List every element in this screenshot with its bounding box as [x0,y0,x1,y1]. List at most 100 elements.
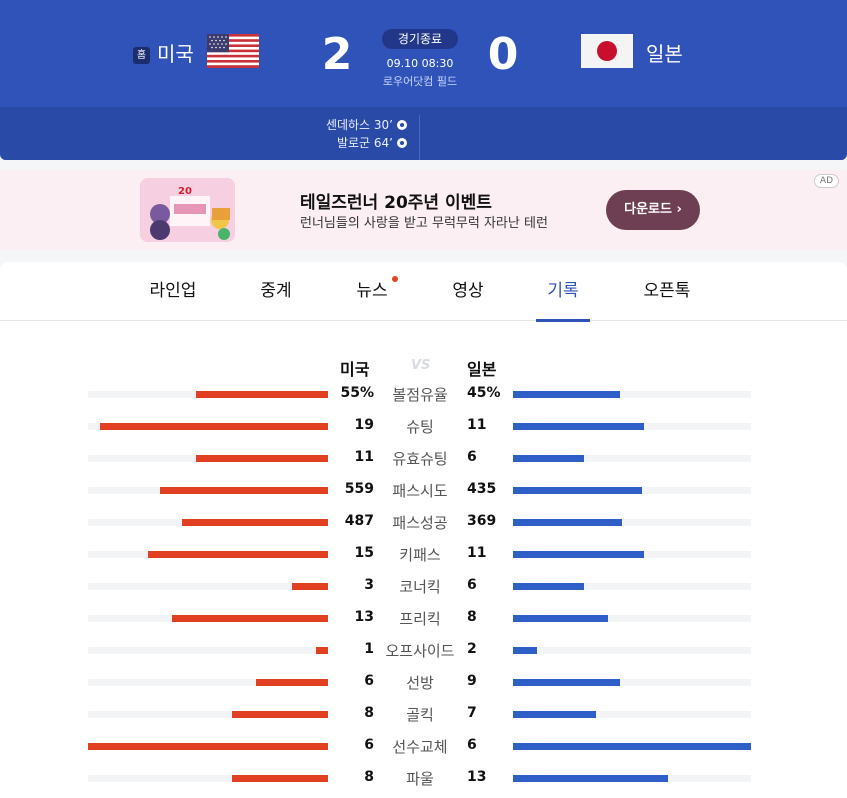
home-stat-bar [256,679,328,686]
away-stat-value: 13 [467,769,487,785]
stat-row: 55% 볼점유율 45% [0,379,847,411]
tab-lineup[interactable]: 라인업 [140,262,206,321]
away-stat-bar [513,423,644,430]
away-stat-track [513,455,751,462]
away-stat-value: 6 [467,449,477,465]
stat-row: 15 키패스 11 [0,539,847,571]
home-stat-value: 8 [364,769,374,785]
svg-text:20: 20 [178,186,192,197]
stat-row: 8 골킥 7 [0,699,847,731]
stat-row: 13 프리킥 8 [0,603,847,635]
tab-bar: 라인업 중계 뉴스 영상 기록 오픈톡 [0,262,847,322]
vs-label: VS [411,358,431,373]
soccer-ball-icon [397,138,407,148]
home-team-name[interactable]: 미국 [157,40,194,68]
home-stat-track [88,615,328,622]
home-stat-bar [316,647,328,654]
away-stat-value: 6 [467,737,477,753]
home-stat-track [88,679,328,686]
match-venue: 로우어닷컴 필드 [382,75,458,88]
japan-flag-icon[interactable] [581,34,633,68]
home-stat-value: 13 [354,609,374,625]
home-stat-bar [196,391,328,398]
stat-row: 11 유효슈팅 6 [0,443,847,475]
home-stat-track [88,455,328,462]
home-stat-track [88,423,328,430]
home-stat-bar [148,551,328,558]
home-score: 2 [321,29,353,80]
home-stat-bar [232,711,328,718]
away-stat-track [513,391,751,398]
match-datetime: 09.10 08:30 [386,57,454,70]
scorer-item: 센데하스 30’ [326,117,407,133]
home-scorers: 센데하스 30’ 발로군 64’ [300,115,420,160]
away-stat-bar [513,551,644,558]
home-stat-value: 11 [354,449,374,465]
stat-label: 골킥 [406,706,434,724]
home-stat-track [88,583,328,590]
away-stat-bar [513,743,751,750]
ad-description: 런너님들의 사랑을 받고 무럭무럭 자라난 테런 [300,216,548,231]
away-team-name[interactable]: 일본 [646,40,683,68]
match-header: 홈 미국 2 경기종료 09.10 08:30 로우어닷컴 필드 0 일본 센데… [0,0,847,160]
away-stat-bar [513,775,668,782]
scoreboard: 홈 미국 2 경기종료 09.10 08:30 로우어닷컴 필드 0 일본 [0,0,847,107]
stat-label: 오프사이드 [385,642,455,660]
stat-row: 6 선수교체 6 [0,731,847,763]
goal-scorers-bar: 센데하스 30’ 발로군 64’ [0,107,847,160]
tab-opentalk[interactable]: 오픈톡 [636,262,698,321]
tab-video[interactable]: 영상 [444,262,492,321]
home-stat-value: 487 [344,513,374,529]
stat-row: 487 패스성공 369 [0,507,847,539]
stat-label: 파울 [406,770,434,788]
stat-row: 6 선방 9 [0,667,847,699]
home-stat-track [88,391,328,398]
usa-flag-icon[interactable] [207,34,259,68]
away-stat-bar [513,455,585,462]
ad-thumbnail-image[interactable]: 20 [140,178,235,242]
ad-download-button[interactable]: 다운로드 › [606,190,700,230]
new-indicator-dot [392,276,398,282]
ad-label: AD [813,174,839,188]
home-stat-bar [292,583,328,590]
stats-away-team: 일본 [467,360,497,379]
home-stat-value: 3 [364,577,374,593]
home-stat-track [88,647,328,654]
away-stat-value: 2 [467,641,477,657]
away-stat-value: 6 [467,577,477,593]
home-stat-value: 55% [340,385,374,401]
home-stat-track [88,519,328,526]
away-stat-value: 435 [467,481,497,497]
away-stat-track [513,583,751,590]
stat-label: 키패스 [399,546,441,564]
tab-records[interactable]: 기록 [536,262,590,322]
stat-label: 프리킥 [399,610,441,628]
home-stat-value: 6 [364,737,374,753]
home-stat-value: 1 [364,641,374,657]
home-stat-value: 19 [354,417,374,433]
away-score: 0 [487,29,519,80]
scorer-text: 센데하스 30’ [325,118,393,132]
match-status-badge: 경기종료 [382,29,458,49]
soccer-ball-icon [397,120,407,130]
stat-label: 선수교체 [392,738,448,756]
stat-label: 패스시도 [392,482,448,500]
away-stat-bar [513,391,621,398]
stat-row: 19 슈팅 11 [0,411,847,443]
away-stat-bar [513,711,597,718]
home-stat-track [88,743,328,750]
stat-row: 8 파울 13 [0,763,847,795]
tab-broadcast[interactable]: 중계 [250,262,302,321]
tab-news[interactable]: 뉴스 [348,262,396,321]
ad-banner[interactable]: AD 20 테일즈런너 20주년 이벤트 런너님들의 사랑을 받고 무럭무럭 자… [0,170,847,250]
home-stat-track [88,711,328,718]
away-stat-bar [513,487,642,494]
home-stat-bar [160,487,328,494]
away-stat-track [513,775,751,782]
stat-label: 슈팅 [406,418,434,436]
home-stat-value: 8 [364,705,374,721]
stat-label: 패스성공 [392,514,448,532]
away-stat-value: 8 [467,609,477,625]
away-stat-track [513,423,751,430]
away-stat-value: 369 [467,513,497,529]
